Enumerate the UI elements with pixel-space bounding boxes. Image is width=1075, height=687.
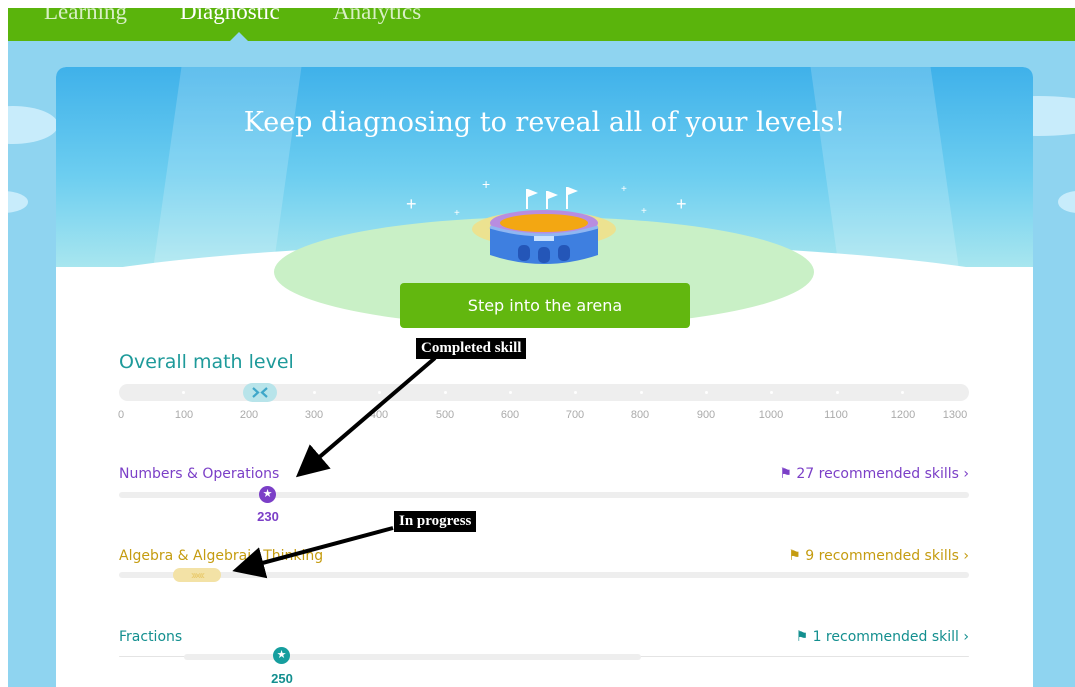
- recommended-skills-link[interactable]: ⚑ 27 recommended skills ›: [779, 466, 969, 482]
- recommended-skills-text: 27 recommended skills: [796, 466, 959, 482]
- sparkle-icon: +: [454, 208, 460, 219]
- scale-dot: [640, 391, 643, 394]
- tick-label: 600: [500, 409, 520, 421]
- strand-label-algebra[interactable]: Algebra & Algebraic Thinking: [119, 548, 323, 564]
- tab-analytics[interactable]: Analytics: [333, 8, 421, 29]
- cloud-left-small: [8, 191, 28, 213]
- flag-icon: ⚑: [779, 466, 797, 482]
- tick-label: 1200: [890, 409, 916, 421]
- scale-dot: [313, 391, 316, 394]
- scale-dot: [509, 391, 512, 394]
- tick-label: 900: [696, 409, 716, 421]
- sparkle-icon: +: [641, 206, 647, 217]
- recommended-skills-text: 9 recommended skills: [805, 548, 959, 564]
- tick-label: 400: [369, 409, 389, 421]
- tick-label: 300: [304, 409, 324, 421]
- strand-level-value: 250: [271, 671, 293, 686]
- overall-math-level-title: Overall math level: [119, 351, 294, 373]
- tick-label: 500: [435, 409, 455, 421]
- star-icon: ★: [273, 647, 290, 664]
- scale-dot: [836, 391, 839, 394]
- scale-dot: [770, 391, 773, 394]
- tick-label: 1000: [758, 409, 784, 421]
- overall-level-track: [119, 383, 969, 402]
- flag-icon: ⚑: [788, 548, 806, 564]
- tick-label: 800: [630, 409, 650, 421]
- recommended-skills-text: 1 recommended skill: [812, 629, 959, 645]
- tick-label: 0: [117, 409, 125, 421]
- scale-dot: [378, 391, 381, 394]
- chevron-right-icon: ›: [958, 466, 969, 482]
- in-progress-chevrons-icon: ›››‹‹‹: [173, 568, 221, 582]
- hero-title: Keep diagnosing to reveal all of your le…: [243, 107, 846, 138]
- tick-label: 100: [174, 409, 194, 421]
- tick-label: 700: [565, 409, 585, 421]
- active-tab-indicator: [230, 32, 248, 41]
- scale-dot: [901, 391, 904, 394]
- strand-label-numbers-operations[interactable]: Numbers & Operations: [119, 466, 279, 482]
- in-progress-callout: In progress: [393, 510, 478, 533]
- sparkle-icon: +: [406, 194, 417, 214]
- sparkle-icon: +: [676, 194, 687, 214]
- cloud-left: [8, 106, 58, 144]
- strand-range-track: [184, 654, 641, 660]
- flag-icon: ⚑: [795, 629, 813, 645]
- recommended-skills-link[interactable]: ⚑ 9 recommended skills ›: [788, 548, 969, 564]
- step-into-arena-button[interactable]: Step into the arena: [400, 283, 690, 328]
- tab-diagnostic[interactable]: Diagnostic: [180, 8, 280, 29]
- scale-dot: [705, 391, 708, 394]
- arena-stadium-icon: [472, 187, 616, 264]
- scale-dot: [444, 391, 447, 394]
- strand-level-value: 230: [257, 509, 279, 524]
- strand-label-fractions[interactable]: Fractions: [119, 629, 182, 645]
- diagnostic-card: Keep diagnosing to reveal all of your le…: [56, 67, 1033, 687]
- page-frame: Learning Diagnostic Analytics Keep diagn…: [8, 8, 1075, 687]
- strand-track: [119, 572, 969, 578]
- overall-level-marker: [243, 383, 277, 402]
- tick-label: 200: [239, 409, 259, 421]
- star-icon: ★: [259, 486, 276, 503]
- completed-skill-callout: Completed skill: [415, 337, 528, 360]
- chevron-right-icon: ›: [958, 629, 969, 645]
- chevron-right-icon: ›: [958, 548, 969, 564]
- scale-dot: [574, 391, 577, 394]
- tick-label: 1300: [942, 409, 968, 421]
- recommended-skills-link[interactable]: ⚑ 1 recommended skill ›: [796, 629, 969, 645]
- top-nav: Learning Diagnostic Analytics: [8, 8, 1075, 41]
- tick-label: 1100: [824, 409, 848, 421]
- tab-learning[interactable]: Learning: [44, 8, 127, 29]
- cloud-right-small: [1058, 191, 1075, 213]
- strand-track: [119, 492, 969, 498]
- scale-dot: [182, 391, 185, 394]
